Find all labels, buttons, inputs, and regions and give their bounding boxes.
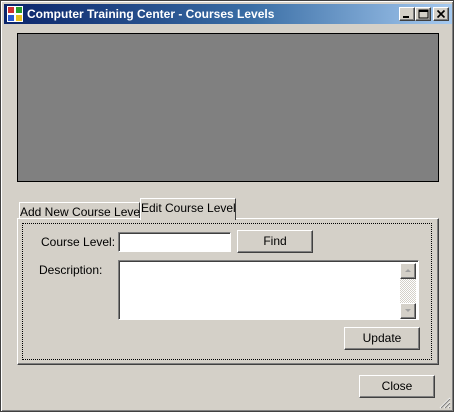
minimize-button[interactable]: [399, 7, 415, 21]
edit-course-level-panel: Course Level: Find Description: Update: [17, 218, 439, 365]
main-window: Computer Training Center - Courses Level…: [0, 0, 454, 412]
title-close-button[interactable]: [433, 7, 449, 21]
scroll-down-button[interactable]: [400, 303, 416, 319]
maximize-icon: [418, 9, 429, 19]
scroll-up-button[interactable]: [400, 263, 416, 279]
minimize-icon: [403, 16, 409, 18]
course-level-input[interactable]: [118, 232, 231, 252]
close-icon: [436, 9, 446, 19]
tab-label: Edit Course Level: [141, 201, 236, 215]
tab-add-new-course-level[interactable]: Add New Course Level: [19, 202, 143, 219]
close-button[interactable]: Close: [359, 375, 435, 398]
description-textarea[interactable]: [118, 260, 419, 320]
description-scrollbar[interactable]: [400, 263, 416, 319]
update-button[interactable]: Update: [344, 327, 420, 350]
course-level-label: Course Level:: [41, 235, 116, 249]
tab-label: Add New Course Level: [20, 205, 143, 219]
resize-grip-icon[interactable]: [439, 397, 451, 409]
preview-panel: [17, 33, 439, 182]
application-icon[interactable]: [7, 6, 23, 22]
arrow-up-icon: [405, 269, 411, 272]
maximize-button[interactable]: [415, 7, 431, 21]
window-title: Computer Training Center - Courses Level…: [27, 7, 275, 21]
arrow-down-icon: [405, 309, 411, 312]
tab-edit-course-level[interactable]: Edit Course Level: [140, 198, 236, 220]
find-button[interactable]: Find: [237, 230, 313, 253]
description-label: Description:: [39, 263, 103, 277]
title-bar[interactable]: Computer Training Center - Courses Level…: [4, 4, 452, 24]
